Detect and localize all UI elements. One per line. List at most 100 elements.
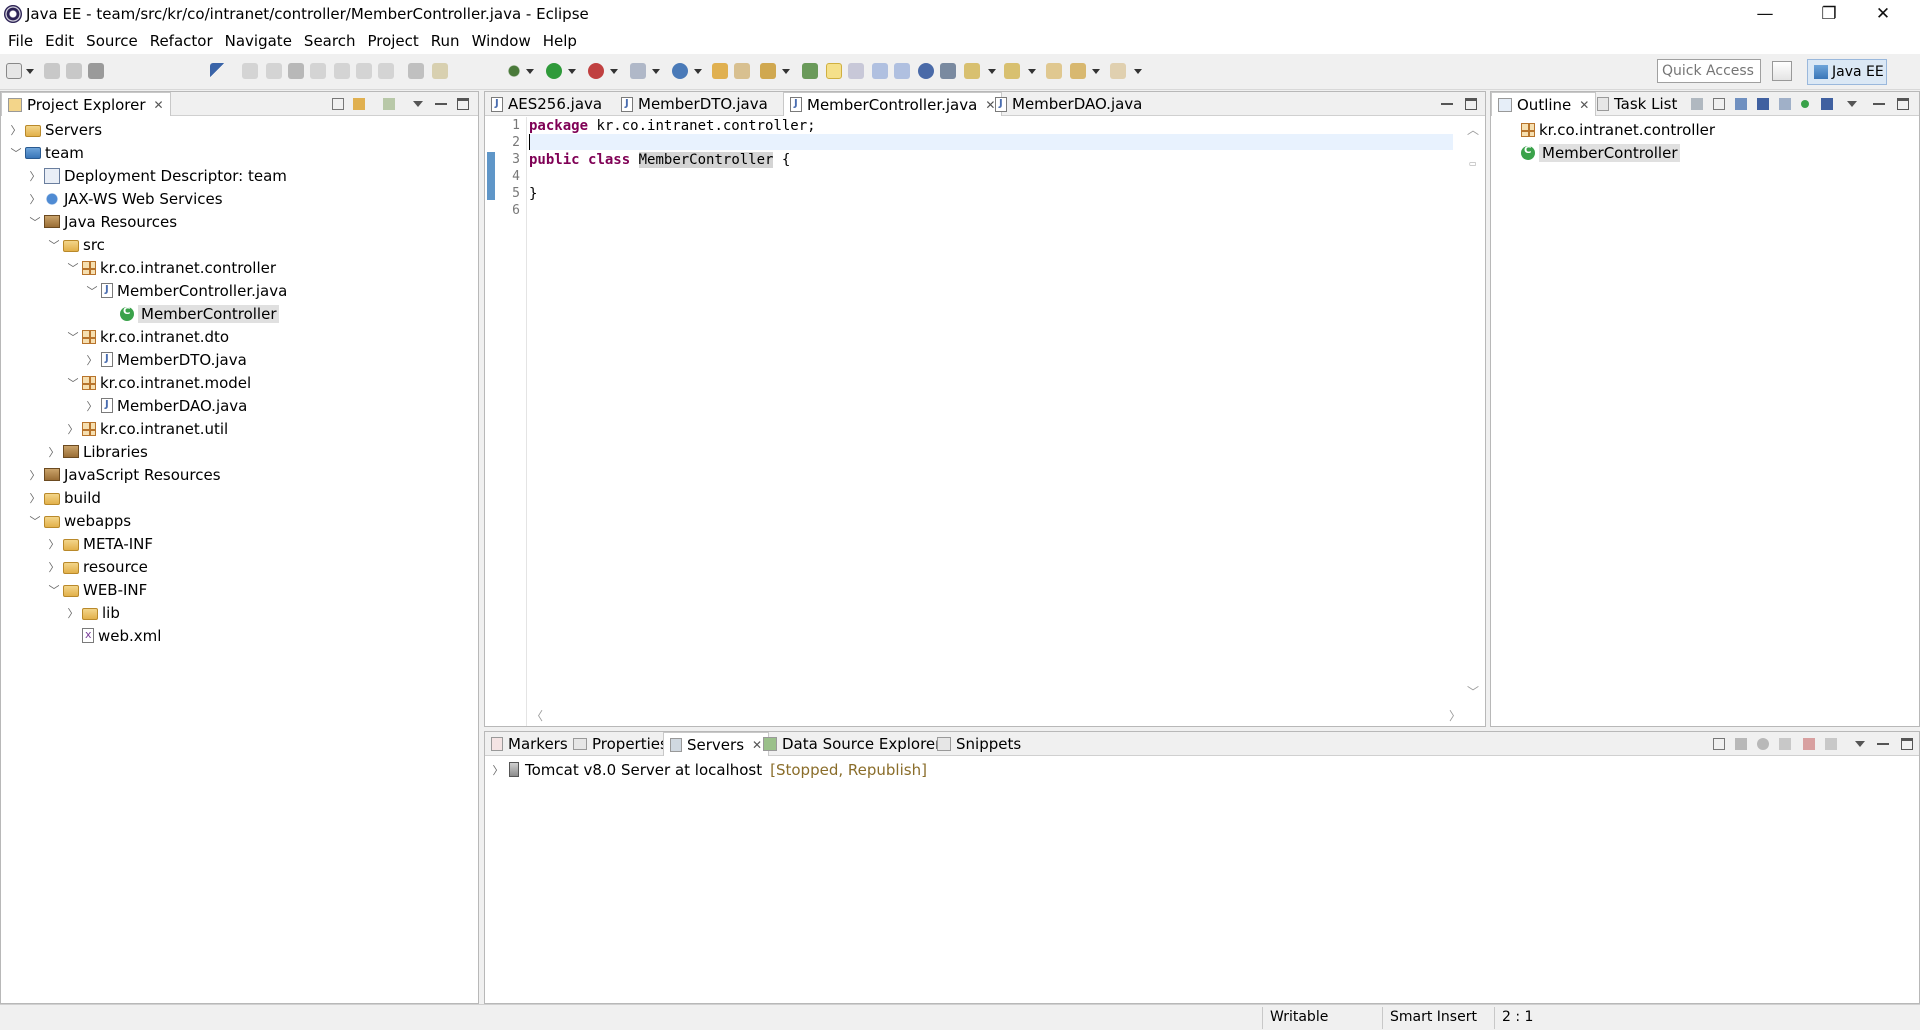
suspend-icon[interactable]	[266, 63, 282, 79]
scroll-right-icon[interactable]: 〉	[1449, 707, 1461, 724]
new-java-class-dropdown-icon[interactable]	[694, 69, 702, 74]
chevron-down-icon[interactable]: ﹀	[66, 260, 80, 276]
outline-item[interactable]: MemberController	[1491, 141, 1919, 164]
tree-item[interactable]: ﹀ MemberController.java	[1, 279, 478, 302]
chevron-down-icon[interactable]: ﹀	[9, 145, 23, 161]
focus-icon[interactable]	[1691, 98, 1703, 110]
forward-icon[interactable]	[1110, 63, 1126, 79]
open-perspective-icon[interactable]	[940, 63, 956, 79]
chevron-down-icon[interactable]: ﹀	[85, 283, 99, 299]
hide-non-public-icon[interactable]	[1801, 100, 1809, 108]
scroll-down-icon[interactable]: ﹀	[1467, 683, 1479, 700]
menu-edit[interactable]: Edit	[39, 32, 80, 50]
maximize-view-icon[interactable]	[1901, 738, 1913, 750]
close-icon[interactable]: ✕	[154, 98, 164, 112]
tab-memberdao-java[interactable]: MemberDAO.java	[989, 92, 1148, 116]
tab-snippets[interactable]: Snippets	[931, 732, 1027, 756]
chevron-down-icon[interactable]: ﹀	[47, 582, 61, 598]
previous-annotation-dropdown-icon[interactable]	[1028, 69, 1036, 74]
tab-aes256-java[interactable]: AES256.java	[485, 92, 608, 116]
tree-item[interactable]: web.xml	[1, 624, 478, 647]
new-dropdown-icon[interactable]	[26, 69, 34, 74]
tree-item[interactable]: 〉 Libraries	[1, 440, 478, 463]
java-ee-perspective-button[interactable]: Java EE	[1807, 59, 1887, 85]
menu-run[interactable]: Run	[425, 32, 466, 50]
tree-item[interactable]: ﹀ kr.co.intranet.controller	[1, 256, 478, 279]
tree-item[interactable]: ﹀ WEB-INF	[1, 578, 478, 601]
chevron-right-icon[interactable]: 〉	[47, 536, 61, 552]
chevron-down-icon[interactable]: ﹀	[28, 214, 42, 230]
disconnect-icon[interactable]	[310, 63, 326, 79]
tree-item[interactable]: 〉 META-INF	[1, 532, 478, 555]
vertical-scrollbar[interactable]: ︿ ▭ ﹀	[1461, 117, 1485, 704]
back-icon[interactable]	[1070, 63, 1086, 79]
minimize-view-icon[interactable]	[1873, 98, 1885, 105]
chevron-down-icon[interactable]: ﹀	[47, 237, 61, 253]
debug-dropdown-icon[interactable]	[526, 69, 534, 74]
collapse-all-icon[interactable]	[1713, 98, 1725, 110]
menu-help[interactable]: Help	[537, 32, 583, 50]
scroll-left-icon[interactable]: 〈	[531, 707, 543, 724]
chevron-right-icon[interactable]: 〉	[28, 467, 42, 483]
collapse-all-icon[interactable]	[1713, 738, 1725, 750]
tab-servers[interactable]: Servers ✕	[663, 732, 770, 756]
view-menu-icon[interactable]	[383, 98, 395, 110]
menu-window[interactable]: Window	[466, 32, 537, 50]
scroll-up-icon[interactable]: ︿	[1467, 121, 1479, 138]
next-annotation-dropdown-icon[interactable]	[988, 69, 996, 74]
tree-item[interactable]: 〉 MemberDAO.java	[1, 394, 478, 417]
chevron-down-icon[interactable]: ﹀	[28, 513, 42, 529]
outline-item[interactable]: kr.co.intranet.controller	[1491, 118, 1919, 141]
tree-item[interactable]: 〉 lib	[1, 601, 478, 624]
toggle-mark-occurrences-icon[interactable]	[826, 63, 842, 79]
tree-item[interactable]: 〉 MemberDTO.java	[1, 348, 478, 371]
tree-item[interactable]: ﹀ kr.co.intranet.model	[1, 371, 478, 394]
external-tools-dropdown-icon[interactable]	[610, 69, 618, 74]
debug-icon[interactable]	[506, 63, 522, 79]
tree-item[interactable]: 〉 kr.co.intranet.util	[1, 417, 478, 440]
chevron-down-icon[interactable]	[413, 101, 423, 107]
tab-task-list[interactable]: Task List	[1591, 92, 1683, 116]
chevron-right-icon[interactable]: 〉	[47, 444, 61, 460]
horizontal-scrollbar[interactable]: 〈 〉	[529, 704, 1461, 726]
print-icon[interactable]	[88, 63, 104, 79]
chevron-right-icon[interactable]: 〉	[491, 762, 505, 778]
use-step-filters-icon[interactable]	[432, 63, 448, 79]
server-row[interactable]: 〉 Tomcat v8.0 Server at localhost [Stopp…	[485, 758, 1919, 781]
tree-item[interactable]: ﹀ team	[1, 141, 478, 164]
new-java-class-icon[interactable]	[672, 63, 688, 79]
skip-breakpoints-icon[interactable]	[210, 63, 226, 79]
save-all-icon[interactable]	[66, 63, 82, 79]
publish-icon[interactable]	[1825, 738, 1837, 750]
tree-item[interactable]: 〉 Deployment Descriptor: team	[1, 164, 478, 187]
tree-item[interactable]: 〉 resource	[1, 555, 478, 578]
tab-data-source-explorer[interactable]: Data Source Explorer	[757, 732, 947, 756]
show-whitespace-icon[interactable]	[872, 63, 888, 79]
step-return-icon[interactable]	[378, 63, 394, 79]
sort-icon[interactable]	[1735, 98, 1747, 110]
tree-item[interactable]: 〉 JavaScript Resources	[1, 463, 478, 486]
profile-server-icon[interactable]	[1779, 738, 1791, 750]
tree-item[interactable]: ﹀ kr.co.intranet.dto	[1, 325, 478, 348]
tab-markers[interactable]: Markers	[485, 732, 574, 756]
chevron-right-icon[interactable]: 〉	[85, 398, 99, 414]
chevron-right-icon[interactable]: 〉	[66, 421, 80, 437]
open-web-browser-icon[interactable]	[918, 63, 934, 79]
collapse-all-icon[interactable]	[332, 98, 344, 110]
tree-item[interactable]: ﹀ Java Resources	[1, 210, 478, 233]
toggle-block-selection-icon[interactable]	[848, 63, 864, 79]
restore-button[interactable]: ❐	[1806, 0, 1852, 28]
code-editor[interactable]: 1 2 3 4 5 6 package kr.co.intranet.contr…	[485, 117, 1485, 726]
last-edit-location-icon[interactable]	[1046, 63, 1062, 79]
minimize-button[interactable]: —	[1742, 0, 1788, 28]
new-icon[interactable]	[6, 63, 22, 79]
run-icon[interactable]	[546, 63, 562, 79]
previous-annotation-icon[interactable]	[1004, 63, 1020, 79]
chevron-down-icon[interactable]	[1847, 101, 1857, 107]
forward-dropdown-icon[interactable]	[1134, 69, 1142, 74]
tree-item[interactable]: 〉 JAX-WS Web Services	[1, 187, 478, 210]
chevron-right-icon[interactable]: 〉	[28, 191, 42, 207]
chevron-right-icon[interactable]: 〉	[85, 352, 99, 368]
tab-membercontroller-java[interactable]: MemberController.java ✕	[783, 92, 1003, 116]
chevron-right-icon[interactable]: 〉	[28, 490, 42, 506]
